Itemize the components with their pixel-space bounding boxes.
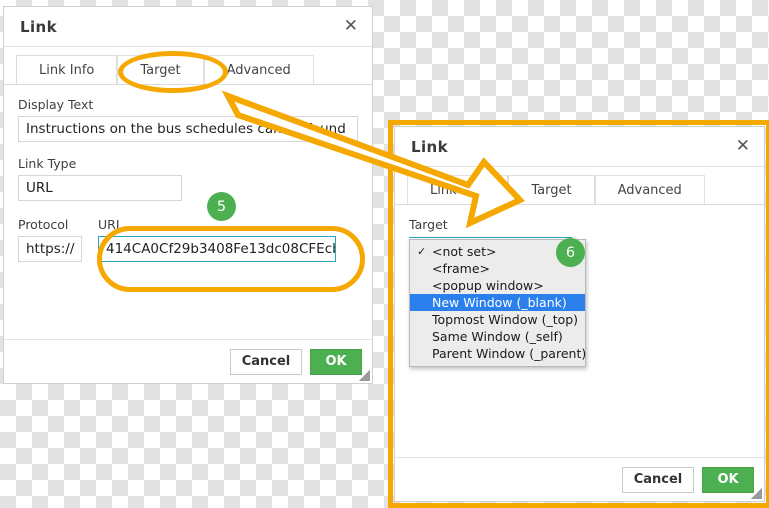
link-type-label: Link Type [18, 156, 77, 171]
display-text-input[interactable]: Instructions on the bus schedules can be… [18, 116, 358, 142]
dialog1-cancel-button[interactable]: Cancel [230, 348, 302, 375]
close-icon[interactable]: ✕ [344, 18, 358, 35]
display-text-label: Display Text [18, 97, 94, 112]
resize-grip-icon[interactable] [359, 370, 370, 381]
dialog1-tab-link-info[interactable]: Link Info [16, 55, 118, 84]
dialog1-titlebar: Link ✕ [4, 7, 372, 47]
url-input[interactable]: 414CA0Cf29b3408Fe13dc08CFEcb42Cb [98, 236, 336, 262]
option-label: Same Window (_self) [432, 329, 563, 344]
tab-label: Target [140, 62, 181, 78]
option-label: Topmost Window (_top) [432, 312, 579, 327]
dropdown-option-new-window[interactable]: New Window (_blank) [410, 294, 585, 311]
dialog1-body: Display Text Instructions on the bus sch… [4, 85, 372, 339]
step-badge-5: 5 [207, 192, 236, 221]
dialog1-tab-advanced[interactable]: Advanced [203, 55, 314, 84]
dialog1-tab-target[interactable]: Target [117, 55, 204, 84]
option-label: Parent Window (_parent) [432, 346, 587, 361]
link-type-select[interactable]: URL [18, 175, 182, 201]
option-label: New Window (_blank) [432, 295, 567, 310]
dialog1-tabbar: Link Info Target Advanced [4, 47, 372, 85]
dialog1-title: Link [20, 17, 57, 36]
check-icon: ✓ [417, 245, 427, 258]
option-label: <popup window> [432, 278, 544, 293]
tab-label: Link Info [39, 62, 95, 78]
link-dialog-1: Link ✕ Link Info Target Advanced Display… [3, 6, 373, 384]
tab-label: Advanced [226, 62, 291, 78]
protocol-label: Protocol [18, 217, 69, 232]
dropdown-option-parent-window[interactable]: Parent Window (_parent) [410, 345, 587, 362]
dialog1-footer: Cancel OK [4, 339, 372, 383]
dropdown-option-topmost-window[interactable]: Topmost Window (_top) [410, 311, 585, 328]
protocol-select[interactable]: https:// [18, 236, 82, 262]
dropdown-option-frame[interactable]: <frame> [410, 260, 585, 277]
option-label: <frame> [432, 261, 491, 276]
option-label: <not set> [432, 244, 497, 259]
dialog1-ok-button[interactable]: OK [310, 348, 362, 375]
dropdown-option-same-window[interactable]: Same Window (_self) [410, 328, 585, 345]
dropdown-option-popup-window[interactable]: <popup window> [410, 277, 585, 294]
step-badge-6: 6 [556, 238, 585, 267]
